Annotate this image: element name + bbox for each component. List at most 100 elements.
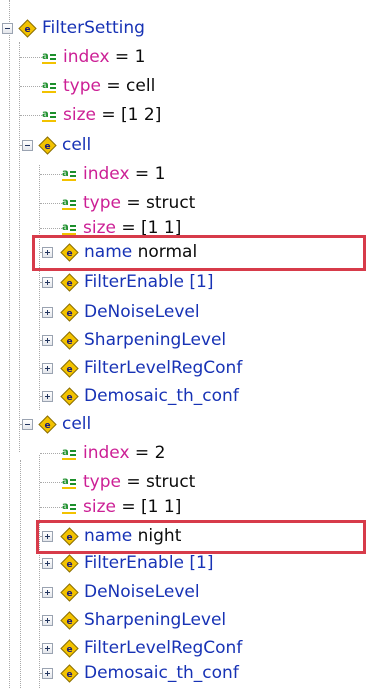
expand-toggle-icon[interactable] <box>42 558 53 569</box>
attribute-name: type <box>83 472 121 492</box>
tree-node-demosaic-th-conf[interactable]: e Demosaic_th_conf <box>0 659 366 688</box>
attribute-name: index <box>83 164 130 184</box>
element-value: night <box>137 526 182 546</box>
attribute-name: type <box>63 76 101 96</box>
tree-node-name[interactable]: e name night <box>0 522 366 551</box>
svg-text:e: e <box>66 560 72 570</box>
tree-attr-index[interactable]: a index = 1 <box>0 160 366 189</box>
tree-node-denoiselevel[interactable]: e DeNoiseLevel <box>0 578 366 607</box>
attribute-value: = [1 1] <box>121 497 182 517</box>
tree-node-sharpeninglevel[interactable]: e SharpeningLevel <box>0 606 366 635</box>
element-name: DeNoiseLevel <box>84 582 200 602</box>
element-value: [1] <box>189 553 214 573</box>
node-label: FilterEnable [1] <box>84 549 214 578</box>
element-value: [1] <box>189 272 214 292</box>
expand-toggle-icon[interactable] <box>42 277 53 288</box>
xml-attribute-icon: a <box>40 107 58 125</box>
svg-text:e: e <box>66 670 72 680</box>
tree-connector <box>40 482 62 483</box>
xml-element-icon: e <box>60 639 79 658</box>
tree-attr-index[interactable]: a index = 1 <box>0 43 366 72</box>
tree-node-sharpeninglevel[interactable]: e SharpeningLevel <box>0 326 366 355</box>
tree-connector <box>20 57 42 58</box>
expand-toggle-icon[interactable] <box>42 643 53 654</box>
xml-attribute-icon: a <box>60 474 78 492</box>
xml-element-icon: e <box>60 243 79 262</box>
element-name: SharpeningLevel <box>84 610 227 630</box>
node-label: cell <box>62 131 91 160</box>
svg-text:e: e <box>66 533 72 543</box>
svg-text:e: e <box>66 279 72 289</box>
svg-text:a: a <box>62 222 69 233</box>
tree-connector <box>40 453 62 454</box>
svg-text:a: a <box>62 197 69 208</box>
node-label: FilterEnable [1] <box>84 268 214 297</box>
node-label: cell <box>62 410 91 439</box>
svg-text:e: e <box>66 645 72 655</box>
tree-node-demosaic-th-conf[interactable]: e Demosaic_th_conf <box>0 382 366 411</box>
attr-label: size = [1 2] <box>63 101 161 130</box>
tree-connector <box>40 174 62 175</box>
xml-attribute-icon: a <box>40 78 58 96</box>
element-name: FilterLevelRegConf <box>84 638 243 658</box>
tree-node-denoiselevel[interactable]: e DeNoiseLevel <box>0 298 366 327</box>
tree-attr-type[interactable]: a type = cell <box>0 72 366 101</box>
tree-node-cell[interactable]: e cell <box>0 131 366 160</box>
tree-node-filterenable[interactable]: e FilterEnable [1] <box>0 268 366 297</box>
element-name: cell <box>62 135 92 155</box>
tree-node-name[interactable]: e name normal <box>0 238 366 267</box>
element-name: name <box>84 242 133 262</box>
node-label: DeNoiseLevel <box>84 298 200 327</box>
element-name: FilterSetting <box>42 18 145 38</box>
attribute-value: = struct <box>126 193 196 213</box>
tree-node-cell[interactable]: e cell <box>0 410 366 439</box>
xml-element-icon: e <box>60 273 79 292</box>
node-label: Demosaic_th_conf <box>84 659 239 688</box>
node-label: Demosaic_th_conf <box>84 382 239 411</box>
svg-text:e: e <box>44 142 50 152</box>
xml-element-icon: e <box>18 19 37 38</box>
collapse-toggle-icon[interactable] <box>2 23 13 34</box>
tree-node-filterlevelregconf[interactable]: e FilterLevelRegConf <box>0 354 366 383</box>
expand-toggle-icon[interactable] <box>42 363 53 374</box>
xml-element-icon: e <box>38 136 57 155</box>
expand-toggle-icon[interactable] <box>42 587 53 598</box>
svg-text:e: e <box>24 25 30 35</box>
tree-attr-size[interactable]: a size = [1 2] <box>0 101 366 130</box>
svg-text:e: e <box>66 393 72 403</box>
attribute-name: size <box>83 218 116 238</box>
xml-attribute-icon: a <box>60 445 78 463</box>
xml-attribute-icon: a <box>60 195 78 213</box>
attribute-value: = 1 <box>134 164 166 184</box>
expand-toggle-icon[interactable] <box>42 391 53 402</box>
attr-label: type = cell <box>63 72 155 101</box>
expand-toggle-icon[interactable] <box>42 668 53 679</box>
element-name: DeNoiseLevel <box>84 302 200 322</box>
xml-element-icon: e <box>60 527 79 546</box>
xml-attribute-icon: a <box>60 220 78 238</box>
xml-element-icon: e <box>60 359 79 378</box>
xml-element-icon: e <box>60 583 79 602</box>
tree-attr-size[interactable]: a size = [1 1] <box>0 493 366 522</box>
expand-toggle-icon[interactable] <box>42 531 53 542</box>
element-name: cell <box>62 414 92 434</box>
tree-node-filtersetting[interactable]: e FilterSetting <box>0 14 366 43</box>
xml-element-icon: e <box>60 303 79 322</box>
tree-connector <box>40 203 62 204</box>
xml-tree-view[interactable]: e FilterSetting a index = 1 a type = cel… <box>0 0 366 688</box>
attribute-value: = 2 <box>134 443 166 463</box>
attr-label: index = 2 <box>83 439 165 468</box>
tree-attr-index[interactable]: a index = 2 <box>0 439 366 468</box>
svg-text:e: e <box>44 421 50 431</box>
expand-toggle-icon[interactable] <box>42 615 53 626</box>
svg-text:e: e <box>66 589 72 599</box>
expand-toggle-icon[interactable] <box>42 247 53 258</box>
node-label: SharpeningLevel <box>84 606 226 635</box>
expand-toggle-icon[interactable] <box>42 307 53 318</box>
svg-text:a: a <box>62 168 69 179</box>
svg-text:e: e <box>66 365 72 375</box>
expand-toggle-icon[interactable] <box>42 335 53 346</box>
collapse-toggle-icon[interactable] <box>22 419 33 430</box>
tree-node-filterenable[interactable]: e FilterEnable [1] <box>0 549 366 578</box>
collapse-toggle-icon[interactable] <box>22 140 33 151</box>
